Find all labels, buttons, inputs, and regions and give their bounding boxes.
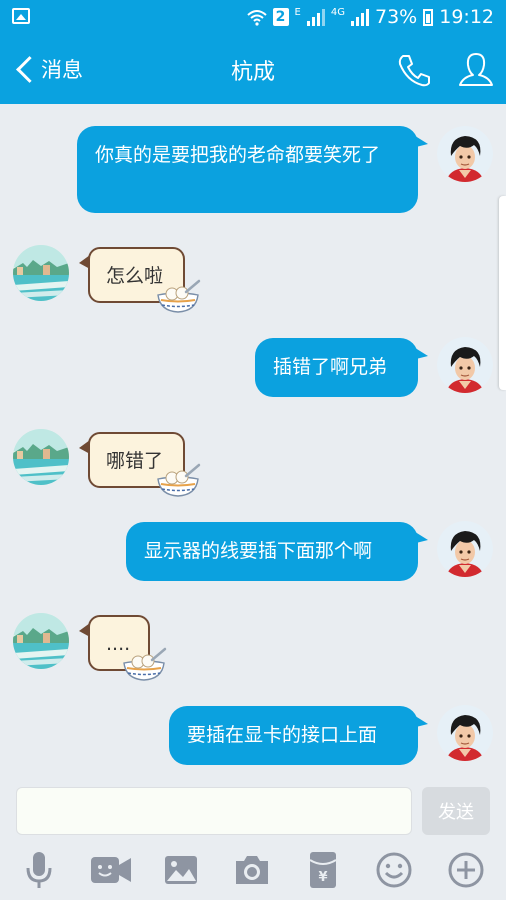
my-avatar[interactable] [437, 337, 493, 393]
camera-icon [236, 856, 268, 884]
plus-icon [448, 852, 484, 888]
more-button[interactable] [444, 848, 488, 892]
red-packet-icon: ¥ [309, 852, 337, 888]
contact-avatar[interactable] [13, 613, 69, 669]
message-text: 要插在显卡的接口上面 [187, 724, 378, 746]
send-button[interactable]: 发送 [422, 787, 490, 835]
input-toolbar: ¥ [0, 848, 506, 894]
battery-percentage: 73% [375, 6, 418, 28]
clock: 19:12 [439, 6, 494, 28]
my-avatar[interactable] [437, 705, 493, 761]
input-area: 发送 ¥ [0, 778, 506, 900]
camera-button[interactable] [230, 848, 274, 892]
call-button[interactable] [394, 50, 434, 90]
signal-strength-icon [306, 8, 325, 26]
contact-avatar[interactable] [13, 429, 69, 485]
message-bubble-outgoing[interactable]: 你真的是要把我的老命都要笑死了 [77, 126, 428, 213]
message-bubble-outgoing[interactable]: 显示器的线要插下面那个啊 [126, 522, 428, 581]
video-icon [91, 857, 131, 883]
my-avatar[interactable] [437, 126, 493, 182]
image-button[interactable] [159, 848, 203, 892]
bubble-decoration [155, 279, 201, 315]
message-text: 显示器的线要插下面那个啊 [144, 540, 373, 562]
network-type-4g: 4G [330, 6, 345, 18]
scrollbar[interactable] [499, 196, 506, 390]
message-bubble-outgoing[interactable]: 要插在显卡的接口上面 [169, 706, 428, 765]
message-text: 插错了啊兄弟 [273, 356, 388, 378]
status-indicators: 2 E 4G 73% 19:12 [246, 4, 494, 30]
mic-icon [26, 852, 52, 888]
sim-slot-badge: 2 [272, 8, 289, 26]
status-bar: 2 E 4G 73% 19:12 [0, 0, 506, 34]
image-icon [165, 856, 197, 884]
message-input[interactable] [16, 787, 412, 835]
svg-text:¥: ¥ [318, 870, 327, 885]
emoji-button[interactable] [372, 848, 416, 892]
battery-icon [423, 8, 434, 26]
bubble-decoration [121, 647, 167, 683]
chat-header: 消息 杭成 [0, 34, 506, 104]
message-bubble-outgoing[interactable]: 插错了啊兄弟 [255, 338, 428, 397]
contact-avatar[interactable] [13, 245, 69, 301]
profile-button[interactable] [456, 50, 496, 90]
signal-strength-icon-2 [351, 8, 369, 26]
red-packet-button[interactable]: ¥ [301, 848, 345, 892]
wifi-icon [246, 10, 267, 26]
my-avatar[interactable] [437, 521, 493, 577]
video-call-button[interactable] [89, 848, 133, 892]
message-text: 你真的是要把我的老命都要笑死了 [95, 144, 381, 166]
person-icon [459, 53, 493, 86]
emoji-icon [376, 852, 412, 888]
phone-icon [398, 55, 430, 87]
bubble-decoration [155, 463, 201, 499]
network-type-e: E [294, 6, 301, 18]
gallery-notification-icon [12, 8, 30, 24]
voice-button[interactable] [17, 848, 61, 892]
